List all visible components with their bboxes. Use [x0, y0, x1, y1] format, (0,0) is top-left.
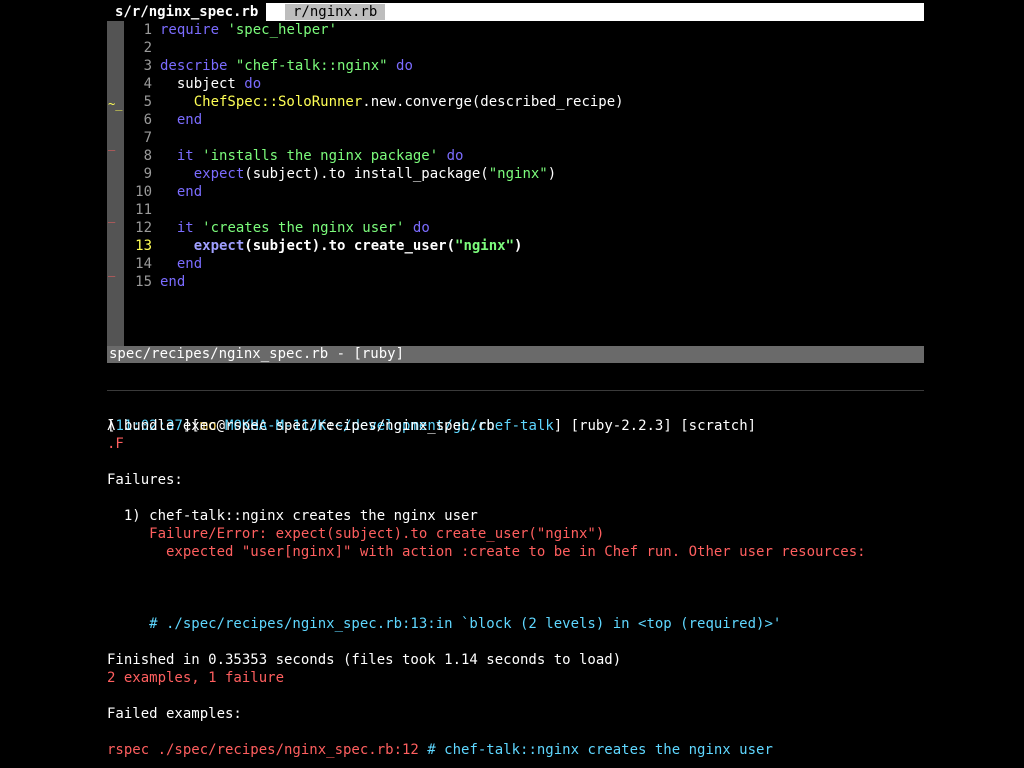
code-token: describe — [160, 58, 228, 74]
line-number: 9 — [143, 166, 152, 182]
code-line[interactable]: 12 it 'creates the nginx user' do — [124, 219, 430, 237]
rerun-cmd: rspec ./spec/recipes/nginx_spec.rb:12 — [107, 742, 419, 758]
code-line[interactable]: 11 — [124, 201, 160, 219]
code-token: subject — [160, 76, 245, 92]
editor-status-line: spec/recipes/nginx_spec.rb - [ruby] — [107, 346, 924, 363]
diff-removed-marker: _ — [108, 209, 116, 223]
line-number: 14 — [135, 256, 152, 272]
code-token: 'installs the nginx package' — [202, 148, 439, 164]
line-number: 8 — [143, 148, 152, 164]
failure-error: Failure/Error: expect(subject).to create… — [107, 526, 605, 542]
diff-modified-marker: ~_ — [108, 97, 123, 111]
code-token: do — [412, 220, 430, 236]
rerun-command: rspec ./spec/recipes/nginx_spec.rb:12 # … — [107, 741, 773, 759]
code-token: end — [160, 274, 186, 290]
prompt-branch: [scratch] — [680, 418, 757, 434]
diff-removed-marker: _ — [108, 263, 116, 277]
code-token: do — [396, 58, 413, 74]
code-token: do — [244, 76, 262, 92]
code-token: end — [176, 184, 203, 200]
code-token: expect — [193, 166, 245, 182]
shell-command: λ bundle exec rspec spec/recipes/nginx_s… — [107, 418, 495, 434]
code-token: expect — [193, 238, 245, 254]
code-token: (subject).to install_package( — [244, 166, 489, 182]
line-number: 12 — [135, 220, 152, 236]
code-line[interactable]: 6 end — [124, 111, 203, 129]
diff-removed-marker: _ — [108, 137, 116, 151]
line-number: 6 — [143, 112, 152, 128]
line-number: 10 — [135, 184, 152, 200]
tab-bar: s/r/nginx_spec.rb r/nginx.rb — [107, 3, 924, 21]
code-line[interactable]: 9 expect(subject).to install_package("ng… — [124, 165, 557, 183]
tab-nginx-recipe[interactable]: r/nginx.rb — [277, 3, 394, 21]
failures-header: Failures: — [107, 472, 183, 488]
code-token: 'spec_helper' — [227, 22, 338, 38]
line-number: 7 — [143, 130, 152, 146]
line-number: 13 — [135, 238, 152, 254]
code-token: it — [176, 148, 194, 164]
tab-nginx-spec[interactable]: s/r/nginx_spec.rb — [107, 3, 267, 21]
line-number: 2 — [143, 40, 152, 56]
code-token: .new.converge(described_recipe) — [362, 94, 624, 110]
code-line[interactable]: 8 it 'installs the nginx package' do — [124, 147, 464, 165]
failed-examples-header: Failed examples: — [107, 706, 242, 722]
code-token: do — [446, 148, 464, 164]
code-token: (subject).to create_user( — [244, 238, 456, 254]
code-line[interactable]: 4 subject do — [124, 75, 262, 93]
line-number: 4 — [143, 76, 152, 92]
code-line[interactable]: 10 end — [124, 183, 202, 201]
code-token: 'creates the nginx user' — [202, 220, 405, 236]
code-token: end — [176, 112, 203, 128]
prompt-ruby: [ruby-2.2.3] — [570, 418, 672, 434]
code-token: it — [176, 220, 194, 236]
test-progress: .F — [107, 436, 124, 452]
pane-divider — [107, 390, 924, 391]
code-token: "nginx" — [455, 238, 515, 254]
line-number: 1 — [143, 22, 152, 38]
code-line[interactable]: 13 expect(subject).to create_user("nginx… — [124, 237, 522, 255]
code-line[interactable]: 14 end — [124, 255, 202, 273]
code-line[interactable]: 3 describe "chef-talk::nginx" do — [124, 57, 413, 75]
test-summary: 2 examples, 1 failure — [107, 670, 285, 686]
tab-nginx-recipe-label: r/nginx.rb — [285, 4, 386, 20]
code-token: end — [176, 256, 203, 272]
code-line[interactable]: 7 — [124, 129, 160, 147]
code-token: "chef-talk::nginx" — [235, 58, 388, 74]
code-line[interactable]: 2 — [124, 39, 160, 57]
code-token: ) — [547, 166, 557, 182]
failure-expected: expected "user[nginx]" with action :crea… — [107, 544, 866, 560]
failure-title: 1) chef-talk::nginx creates the nginx us… — [107, 508, 478, 524]
code-line[interactable]: 5 ChefSpec::SoloRunner.new.converge(desc… — [124, 93, 624, 111]
sign-column — [107, 21, 124, 346]
rerun-comment: # chef-talk::nginx creates the nginx use… — [418, 742, 773, 758]
code-token: ) — [514, 238, 523, 254]
line-number: 11 — [135, 202, 152, 218]
shell-prompt: [11:02:37][mo@MOKHA-M-11JK:~/development… — [107, 418, 757, 434]
code-line[interactable]: 1 require 'spec_helper' — [124, 21, 337, 39]
line-number: 15 — [135, 274, 152, 290]
code-token: ChefSpec::SoloRunner — [193, 94, 363, 110]
line-number: 3 — [143, 58, 152, 74]
code-line[interactable]: 15 end — [124, 273, 185, 291]
code-token: require — [160, 22, 220, 38]
line-number: 5 — [143, 94, 152, 110]
code-token: "nginx" — [488, 166, 548, 182]
finished-line: Finished in 0.35353 seconds (files took … — [107, 652, 622, 668]
failure-backtrace: # ./spec/recipes/nginx_spec.rb:13:in `bl… — [107, 616, 782, 632]
